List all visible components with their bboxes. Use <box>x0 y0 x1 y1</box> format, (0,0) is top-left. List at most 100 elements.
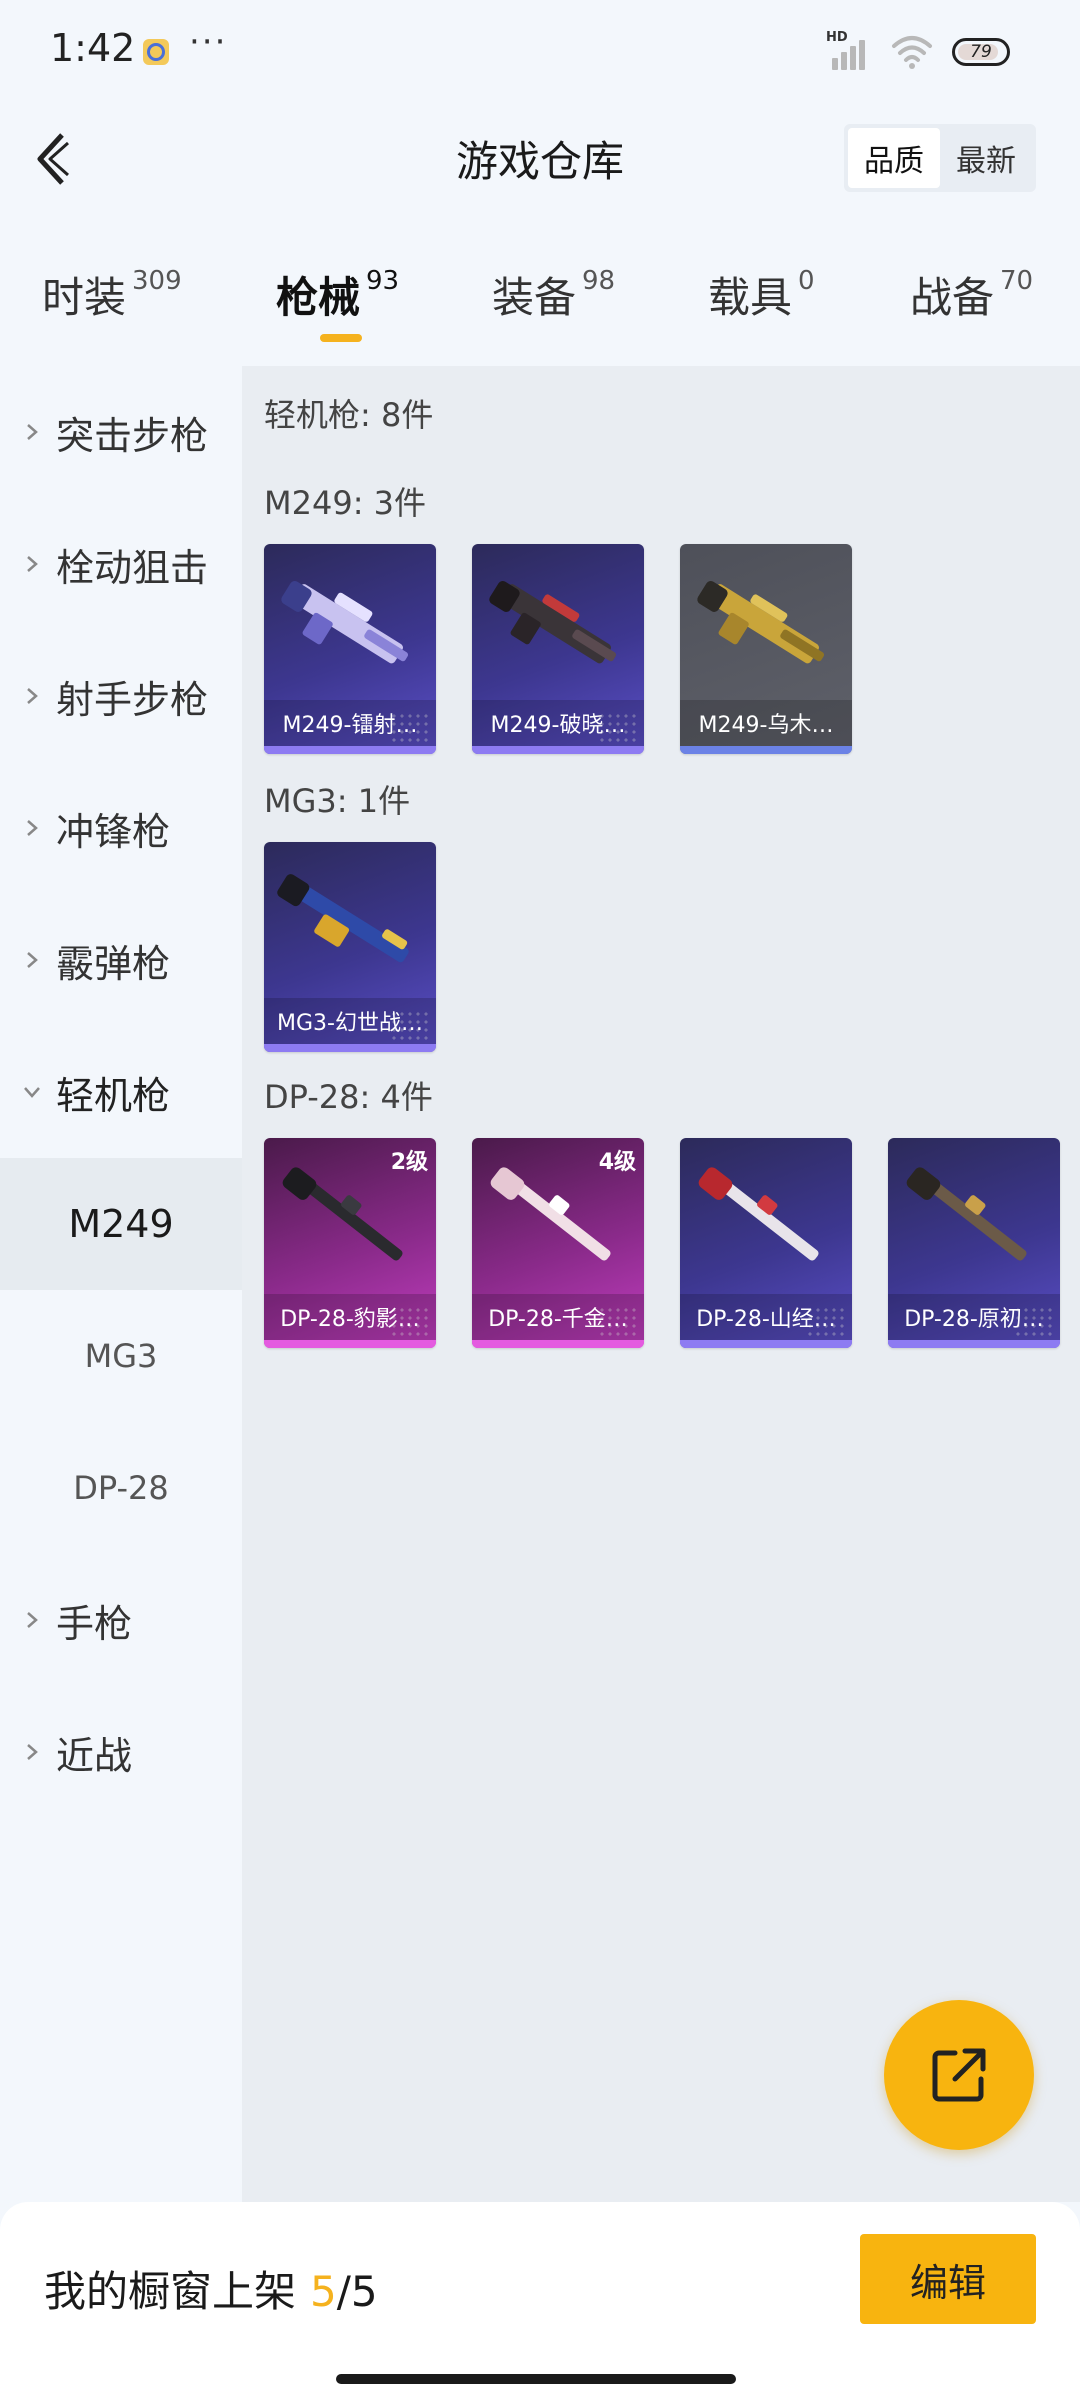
sidebar-subitem-m249[interactable]: M249 <box>0 1158 242 1290</box>
notification-app-icon <box>143 39 169 65</box>
tab-equipment[interactable]: 装备 98 <box>492 264 615 325</box>
showcase-label: 我的橱窗上架 <box>44 2267 297 2316</box>
sidebar-item-label: 手枪 <box>56 1601 133 1646</box>
external-share-icon <box>932 2048 986 2102</box>
sidebar-item-bolt-sniper[interactable]: 栓动狙击 <box>0 498 242 630</box>
tab-vehicles[interactable]: 载具 0 <box>708 264 815 325</box>
sidebar-subitem-dp28[interactable]: DP-28 <box>0 1422 242 1554</box>
tab-count: 98 <box>582 266 616 296</box>
header: 游戏仓库 品质 最新 <box>0 104 1080 214</box>
weapon-card-label: M249-破晓… <box>472 700 644 746</box>
weapon-card-label: DP-28-千金… <box>472 1294 644 1340</box>
sidebar-item-label: 栓动狙击 <box>56 545 209 590</box>
lmg-skin-image <box>489 580 617 664</box>
weapon-card[interactable]: DP-28-山经… <box>680 1138 852 1348</box>
weapon-card-label: DP-28-豹影… <box>264 1294 436 1340</box>
tab-count: 0 <box>798 266 815 296</box>
chevron-right-icon <box>22 950 42 970</box>
chevron-right-icon <box>22 686 42 706</box>
showcase-used-count: 5 <box>310 2267 337 2316</box>
tab-count: 70 <box>1000 266 1034 296</box>
weapon-card[interactable]: M249-乌木… <box>680 544 852 754</box>
active-tab-indicator <box>320 334 362 342</box>
status-bar: 1:42 ··· HD 79 <box>0 0 1080 104</box>
status-time: 1:42 <box>50 26 136 70</box>
share-button[interactable] <box>884 2000 1034 2150</box>
weapon-card[interactable]: MG3-幻世战… <box>264 842 436 1052</box>
sort-toggle: 品质 最新 <box>844 124 1036 192</box>
category-tabs: 时装 309 枪械 93 装备 98 载具 0 战备 70 <box>0 250 1080 360</box>
sidebar-subitem-mg3[interactable]: MG3 <box>0 1290 242 1422</box>
section-heading: 轻机枪: 8件 <box>264 396 434 434</box>
lmg-skin-image <box>277 874 409 963</box>
sidebar-item-label: 霰弹枪 <box>56 941 171 986</box>
sidebar-item-label: 射手步枪 <box>56 677 209 722</box>
lmg-skin-image <box>697 580 825 664</box>
weapon-card-label: DP-28-原初… <box>888 1294 1060 1340</box>
quality-bar <box>264 746 436 754</box>
lmg-skin-image <box>906 1167 1027 1261</box>
tab-label: 装备 <box>492 273 577 322</box>
sidebar-item-label: 突击步枪 <box>56 413 209 458</box>
lmg-skin-image <box>281 580 409 664</box>
sidebar-item-lmg[interactable]: 轻机枪 <box>0 1026 242 1158</box>
cellular-signal-icon: HD <box>826 30 872 72</box>
lmg-skin-image <box>698 1167 819 1261</box>
showcase-status: 我的橱窗上架 5 /5 <box>44 2258 378 2319</box>
weapon-card-label: DP-28-山经… <box>680 1294 852 1340</box>
weapon-card-label: MG3-幻世战… <box>264 998 436 1044</box>
quality-bar <box>888 1340 1060 1348</box>
tab-label: 载具 <box>708 273 793 322</box>
home-indicator[interactable] <box>336 2374 736 2384</box>
weapon-card-label: M249-镭射… <box>264 700 436 746</box>
weapon-category-sidebar: 突击步枪 栓动狙击 射手步枪 冲锋枪 霰弹枪 轻机枪 M249 MG3 DP-2… <box>0 366 242 2202</box>
status-indicators: HD 79 <box>826 30 1010 74</box>
weapon-card-label: M249-乌木… <box>680 700 852 746</box>
tab-fashion[interactable]: 时装 309 <box>42 264 182 325</box>
weapon-card[interactable]: M249-破晓… <box>472 544 644 754</box>
chevron-down-icon <box>22 1082 42 1102</box>
chevron-right-icon <box>22 1610 42 1630</box>
sidebar-item-melee[interactable]: 近战 <box>0 1686 242 1818</box>
group-title-dp28: DP-28: 4件 <box>264 1078 433 1116</box>
chevron-right-icon <box>22 422 42 442</box>
weapon-card[interactable]: 2级 DP-28-豹影… <box>264 1138 436 1348</box>
sidebar-item-shotgun[interactable]: 霰弹枪 <box>0 894 242 1026</box>
showcase-total-count: /5 <box>336 2267 378 2316</box>
quality-bar <box>264 1340 436 1348</box>
level-badge: 4级 <box>598 1150 636 1175</box>
sort-by-newest[interactable]: 最新 <box>940 128 1032 188</box>
tab-label: 时装 <box>42 273 127 322</box>
tab-label: 战备 <box>910 273 995 322</box>
quality-bar <box>680 1340 852 1348</box>
quality-bar <box>472 1340 644 1348</box>
sort-by-quality[interactable]: 品质 <box>848 128 940 188</box>
weapon-card[interactable]: DP-28-原初… <box>888 1138 1060 1348</box>
more-notifications-icon: ··· <box>189 22 228 62</box>
chevron-right-icon <box>22 1742 42 1762</box>
quality-bar <box>472 746 644 754</box>
battery-level: 79 <box>970 42 992 62</box>
weapon-card[interactable]: 4级 DP-28-千金… <box>472 1138 644 1348</box>
battery-icon: 79 <box>952 38 1010 66</box>
edit-button[interactable]: 编辑 <box>860 2234 1036 2324</box>
sidebar-item-marksman-rifle[interactable]: 射手步枪 <box>0 630 242 762</box>
weapon-grid: 轻机枪: 8件 M249: 3件 M249-镭射… M249-破晓… M249-… <box>242 366 1080 2202</box>
wifi-icon <box>892 36 932 69</box>
tab-label: 枪械 <box>276 273 361 322</box>
chevron-right-icon <box>22 818 42 838</box>
network-badge: HD <box>826 30 848 45</box>
tab-count: 93 <box>366 266 400 296</box>
tab-count: 309 <box>132 266 182 296</box>
sidebar-item-smg[interactable]: 冲锋枪 <box>0 762 242 894</box>
sidebar-item-label: 近战 <box>56 1733 133 1778</box>
weapon-card[interactable]: M249-镭射… <box>264 544 436 754</box>
chevron-right-icon <box>22 554 42 574</box>
sidebar-item-assault-rifle[interactable]: 突击步枪 <box>0 366 242 498</box>
sidebar-item-pistol[interactable]: 手枪 <box>0 1554 242 1686</box>
tab-supplies[interactable]: 战备 70 <box>910 264 1033 325</box>
sidebar-item-label: 轻机枪 <box>56 1073 171 1118</box>
group-title-mg3: MG3: 1件 <box>264 782 411 820</box>
tab-firearms[interactable]: 枪械 93 <box>276 264 399 325</box>
group-title-m249: M249: 3件 <box>264 484 427 522</box>
